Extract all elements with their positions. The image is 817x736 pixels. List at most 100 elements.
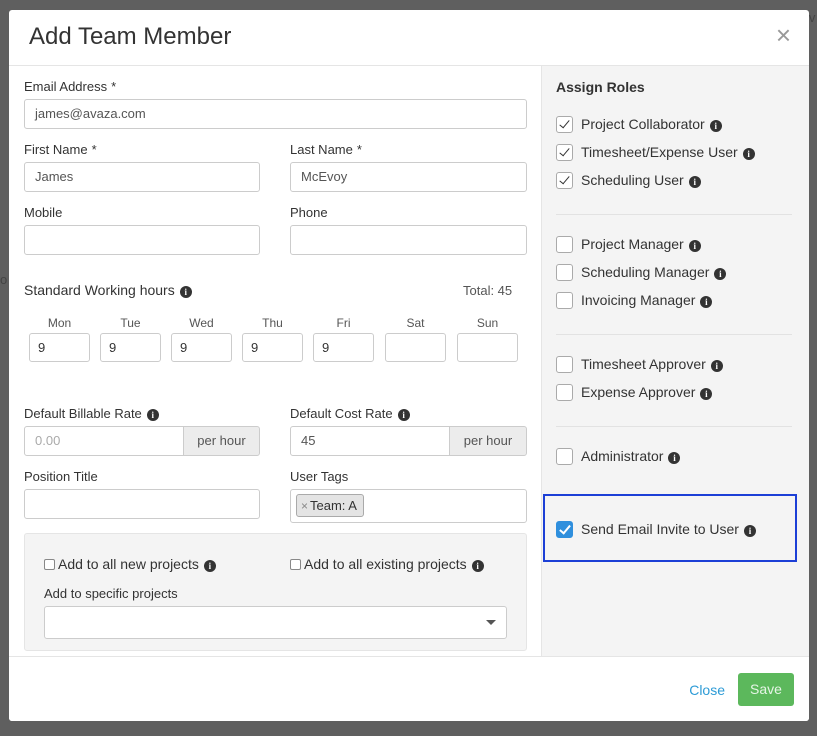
role-checkbox[interactable] (556, 292, 573, 309)
last-name-label-text: Last Name (290, 142, 353, 157)
role-label: Scheduling User (581, 172, 684, 188)
phone-label: Phone (290, 205, 328, 220)
last-name-field[interactable]: McEvoy (290, 162, 527, 192)
hours-input-sun[interactable] (457, 333, 518, 362)
role-checkbox[interactable] (556, 116, 573, 133)
role-checkbox[interactable] (556, 448, 573, 465)
mobile-field[interactable] (24, 225, 260, 255)
first-name-label: First Name * (24, 142, 97, 157)
email-field[interactable]: james@avaza.com (24, 99, 527, 129)
role-checkbox[interactable] (556, 356, 573, 373)
info-icon[interactable]: i (397, 409, 410, 421)
role-label: Project Collaborator (581, 116, 705, 132)
roles-divider (556, 334, 792, 335)
required-mark: * (111, 79, 117, 94)
role-checkbox[interactable] (556, 384, 573, 401)
billable-rate-field[interactable]: 0.00 (24, 426, 184, 456)
role-administrator[interactable]: Administrator i (556, 447, 681, 465)
position-title-field[interactable] (24, 489, 260, 519)
add-all-existing-projects-checkbox[interactable] (290, 559, 301, 570)
role-checkbox[interactable] (556, 172, 573, 189)
roles-divider (556, 214, 792, 215)
role-project-collaborator[interactable]: Project Collaborator i (556, 115, 722, 133)
role-timesheet-approver[interactable]: Timesheet Approver i (556, 355, 723, 373)
day-label-fri: Fri (336, 316, 351, 330)
chevron-down-icon (486, 620, 496, 625)
role-project-manager[interactable]: Project Manager i (556, 235, 701, 253)
backdrop-text: o (0, 272, 8, 287)
role-checkbox[interactable] (556, 236, 573, 253)
info-icon[interactable]: i (668, 452, 681, 464)
role-scheduling-manager[interactable]: Scheduling Manager i (556, 263, 727, 281)
member-details-form: Email Address * james@avaza.com First Nam… (9, 66, 541, 656)
info-icon[interactable]: i (714, 268, 727, 280)
send-invite-label: Send Email Invite to User (581, 521, 739, 537)
hours-input-sat[interactable] (385, 333, 446, 362)
working-hours-label: Standard Working hours i (24, 282, 192, 298)
info-icon[interactable]: i (179, 286, 192, 298)
cost-rate-label: Default Cost Rate i (290, 406, 410, 421)
role-label: Scheduling Manager (581, 264, 710, 280)
info-icon[interactable]: i (688, 240, 701, 252)
close-icon[interactable]: × (776, 22, 791, 48)
role-checkbox[interactable] (556, 144, 573, 161)
info-icon[interactable]: i (709, 120, 722, 132)
hours-input-tue[interactable]: 9 (100, 333, 161, 362)
info-icon[interactable]: i (743, 525, 756, 537)
specific-projects-select[interactable] (44, 606, 507, 639)
role-invoicing-manager[interactable]: Invoicing Manager i (556, 291, 713, 309)
cost-rate-field[interactable]: 45 (290, 426, 450, 456)
send-email-invite[interactable]: Send Email Invite to User i (556, 520, 756, 538)
info-icon[interactable]: i (688, 176, 701, 188)
role-expense-approver[interactable]: Expense Approver i (556, 383, 713, 401)
save-button[interactable]: Save (738, 673, 794, 706)
projects-panel: Add to all new projects i Add to all exis… (24, 533, 527, 651)
last-name-label: Last Name * (290, 142, 362, 157)
user-tags-input[interactable]: × Team: A (290, 489, 527, 523)
role-scheduling-user[interactable]: Scheduling User i (556, 171, 701, 189)
hours-input-wed[interactable]: 9 (171, 333, 232, 362)
info-icon[interactable]: i (742, 148, 755, 160)
info-icon[interactable]: i (710, 360, 723, 372)
billable-rate-unit: per hour (183, 426, 260, 456)
add-all-new-projects-checkbox[interactable] (44, 559, 55, 570)
add-all-existing-projects[interactable]: Add to all existing projects i (290, 556, 484, 572)
add-all-new-projects-label: Add to all new projects (58, 556, 199, 572)
user-tag: × Team: A (296, 494, 364, 517)
add-all-existing-projects-label: Add to all existing projects (304, 556, 467, 572)
role-checkbox[interactable] (556, 264, 573, 281)
send-invite-checkbox[interactable] (556, 521, 573, 538)
modal-body: Email Address * james@avaza.com First Nam… (9, 66, 809, 656)
add-all-new-projects[interactable]: Add to all new projects i (44, 556, 216, 572)
hours-input-mon[interactable]: 9 (29, 333, 90, 362)
hours-input-fri[interactable]: 9 (313, 333, 374, 362)
day-label-sat: Sat (406, 316, 425, 330)
info-icon[interactable]: i (146, 409, 159, 421)
day-label-wed: Wed (189, 316, 214, 330)
info-icon[interactable]: i (471, 560, 484, 572)
role-label: Project Manager (581, 236, 684, 252)
info-icon[interactable]: i (700, 388, 713, 400)
role-label: Invoicing Manager (581, 292, 696, 308)
phone-field[interactable] (290, 225, 527, 255)
first-name-field[interactable]: James (24, 162, 260, 192)
first-name-label-text: First Name (24, 142, 88, 157)
remove-tag-icon[interactable]: × (301, 499, 308, 513)
user-tag-label: Team: A (310, 498, 357, 513)
assign-roles-panel: Assign Roles Project Collaborator i Times… (541, 66, 809, 656)
required-mark: * (91, 142, 97, 157)
day-label-tue: Tue (120, 316, 141, 330)
info-icon[interactable]: i (203, 560, 216, 572)
role-label: Expense Approver (581, 384, 696, 400)
day-label-thu: Thu (262, 316, 283, 330)
role-label: Timesheet Approver (581, 356, 706, 372)
working-hours-label-text: Standard Working hours (24, 282, 175, 298)
close-button[interactable]: Close (689, 682, 725, 698)
hours-input-thu[interactable]: 9 (242, 333, 303, 362)
role-timesheet-expense-user[interactable]: Timesheet/Expense User i (556, 143, 755, 161)
required-mark: * (356, 142, 362, 157)
billable-rate-label: Default Billable Rate i (24, 406, 159, 421)
working-hours-total: Total: 45 (463, 283, 513, 298)
modal-title: Add Team Member (29, 23, 232, 50)
info-icon[interactable]: i (700, 296, 713, 308)
